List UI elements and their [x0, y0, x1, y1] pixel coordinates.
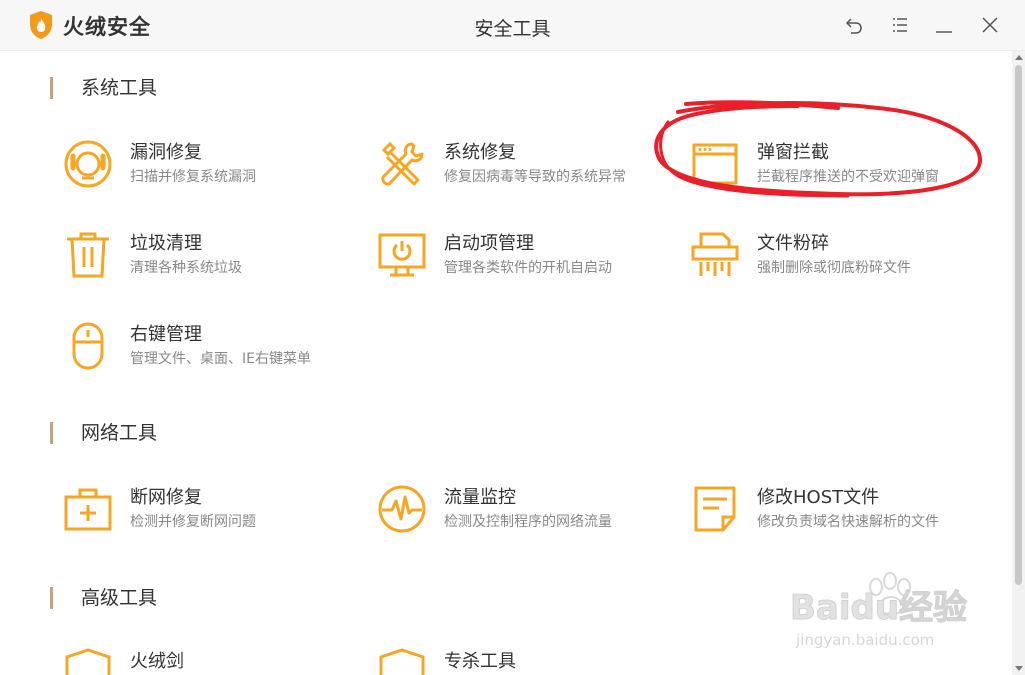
browser-window-icon	[689, 138, 741, 190]
tool-network-repair[interactable]: 断网修复 检测并修复断网问题	[62, 483, 362, 543]
back-icon[interactable]	[843, 14, 865, 36]
tool-name: 垃圾清理	[130, 233, 202, 254]
medical-kit-icon	[62, 483, 114, 535]
close-icon[interactable]	[979, 14, 1001, 36]
pulse-icon	[376, 483, 428, 535]
tool-name: 弹窗拦截	[757, 142, 829, 163]
section-network-tools: 网络工具	[50, 422, 157, 444]
tool-name: 流量监控	[444, 487, 516, 508]
tool-desc: 强制删除或彻底粉碎文件	[757, 260, 911, 276]
section-system-tools: 系统工具	[50, 77, 157, 99]
tool-desc: 修复因病毒等导致的系统异常	[444, 169, 626, 185]
tool-edit-host[interactable]: 修改HOST文件 修改负责域名快速解析的文件	[689, 483, 989, 543]
tool-right-click[interactable]: 右键管理 管理文件、桌面、IE右键菜单	[62, 320, 362, 380]
vertical-scrollbar[interactable]	[1012, 51, 1025, 675]
shredder-icon	[689, 229, 741, 281]
document-edit-icon	[689, 483, 741, 535]
tool-trash-clean[interactable]: 垃圾清理 清理各种系统垃圾	[62, 229, 362, 289]
lifebuoy-icon	[62, 138, 114, 190]
tool-desc: 拦截程序推送的不受欢迎弹窗	[757, 169, 939, 185]
tool-name: 火绒剑	[130, 651, 184, 672]
tool-traffic-monitor[interactable]: 流量监控 检测及控制程序的网络流量	[376, 483, 676, 543]
tools-content: 系统工具 漏洞修复 扫描并修复系统漏洞 系统修复 修复因病毒等导致的系统异常 弹…	[0, 51, 1012, 675]
tool-name: 文件粉碎	[757, 233, 829, 254]
tool-desc: 扫描并修复系统漏洞	[130, 169, 256, 185]
scroll-thumb[interactable]	[1015, 65, 1022, 585]
tool-name: 断网修复	[130, 487, 202, 508]
tool-name: 修改HOST文件	[757, 487, 880, 508]
trash-can-icon	[62, 229, 114, 281]
tool-file-shred[interactable]: 文件粉碎 强制删除或彻底粉碎文件	[689, 229, 989, 289]
wrench-screwdriver-icon	[376, 138, 428, 190]
section-advanced-tools: 高级工具	[50, 587, 157, 609]
tool-desc: 清理各种系统垃圾	[130, 260, 242, 276]
window-title: 安全工具	[474, 18, 551, 40]
tool-vuln-repair[interactable]: 漏洞修复 扫描并修复系统漏洞	[62, 138, 362, 198]
monitor-power-icon	[376, 229, 428, 281]
menu-icon[interactable]	[889, 14, 911, 36]
tool-popup-block[interactable]: 弹窗拦截 拦截程序推送的不受欢迎弹窗	[689, 138, 989, 198]
title-bar: 火绒安全 安全工具	[0, 0, 1025, 51]
tool-desc: 修改负责域名快速解析的文件	[757, 514, 939, 530]
tool-startup-manage[interactable]: 启动项管理 管理各类软件的开机自启动	[376, 229, 676, 289]
tool-name: 漏洞修复	[130, 142, 202, 163]
scroll-up-arrow-icon[interactable]	[1015, 55, 1023, 60]
tool-desc: 管理文件、桌面、IE右键菜单	[130, 351, 311, 367]
mouse-icon	[62, 320, 114, 372]
tool-desc: 检测并修复断网问题	[130, 514, 256, 530]
scroll-down-arrow-icon[interactable]	[1015, 666, 1023, 671]
tool-special-kill[interactable]: 专杀工具	[376, 647, 676, 675]
tool-firesword[interactable]: 火绒剑	[62, 647, 362, 675]
shield-icon	[62, 647, 114, 675]
tool-desc: 检测及控制程序的网络流量	[444, 514, 612, 530]
shield-icon	[376, 647, 428, 675]
minimize-icon[interactable]	[933, 14, 955, 36]
tool-name: 右键管理	[130, 324, 202, 345]
tool-system-repair[interactable]: 系统修复 修复因病毒等导致的系统异常	[376, 138, 676, 198]
tool-desc: 管理各类软件的开机自启动	[444, 260, 612, 276]
tool-name: 系统修复	[444, 142, 516, 163]
tool-name: 专杀工具	[444, 651, 516, 672]
tool-name: 启动项管理	[444, 233, 534, 254]
